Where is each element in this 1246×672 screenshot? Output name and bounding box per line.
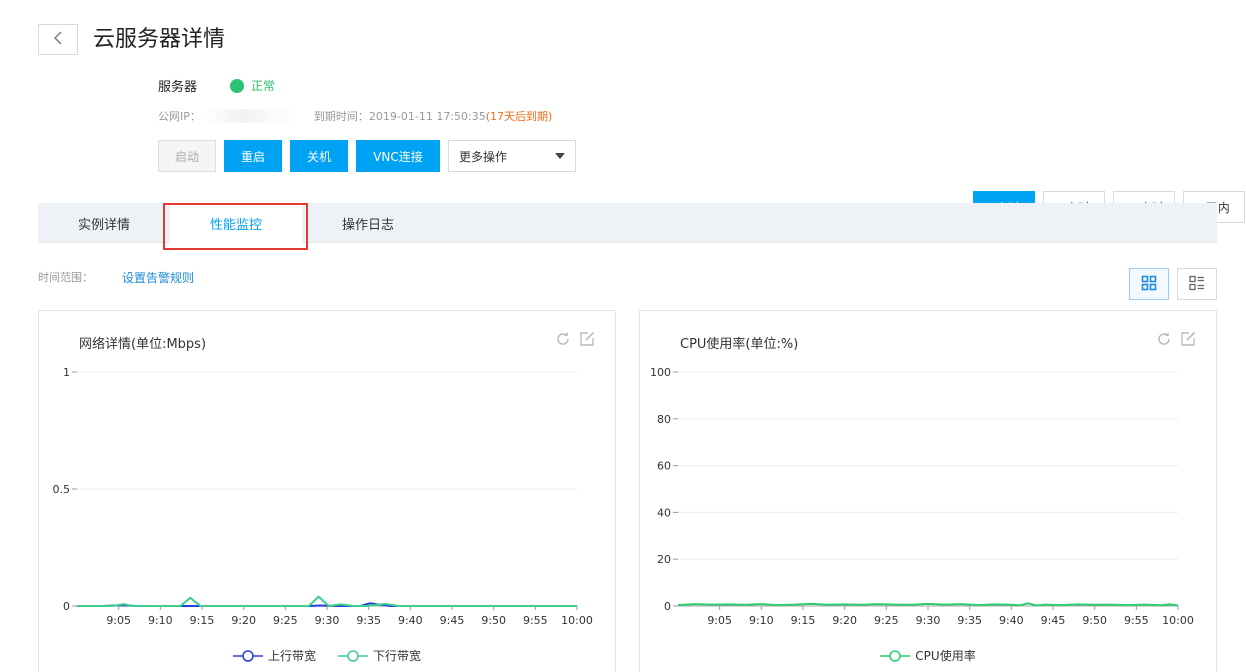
x-tick-label: 9:30 <box>916 614 941 627</box>
y-tick-label: 0 <box>63 600 70 613</box>
x-tick-label: 9:45 <box>440 614 465 627</box>
x-tick-label: 9:45 <box>1041 614 1066 627</box>
chart-legend: CPU使用率 <box>640 647 1216 664</box>
x-tick-label: 9:15 <box>791 614 816 627</box>
vnc-connect-button[interactable]: VNC连接 <box>356 140 440 172</box>
y-tick-label: 100 <box>650 366 671 379</box>
grid-view-icon <box>1141 275 1157 294</box>
cpu-line-chart: 0 20 40 60 80 100 9:05 9:10 9:15 9:20 9:25 9:30 9:35… <box>650 366 1194 627</box>
expire-label: 到期时间： <box>313 110 369 123</box>
tab-instance-details[interactable]: 实例详情 <box>38 203 170 243</box>
caret-down-icon <box>555 153 565 159</box>
alert-rule-link[interactable]: 设置告警规则 <box>122 269 194 286</box>
expire-time: 2019-01-11 17:50:35 <box>368 109 486 123</box>
chart-legend: 上行带宽 下行带宽 <box>39 647 615 664</box>
x-tick-label: 9:50 <box>481 614 506 627</box>
tab-bar: 实例详情 性能监控 操作日志 <box>38 203 1217 244</box>
legend-marker-icon <box>338 649 368 662</box>
status-dot-icon <box>230 78 244 93</box>
x-tick-label: 9:10 <box>148 614 173 627</box>
server-label: 服务器 <box>158 80 198 95</box>
x-tick-label: 10:00 <box>1162 614 1194 627</box>
x-tick-label: 9:20 <box>832 614 857 627</box>
list-view-icon <box>1189 275 1205 294</box>
network-chart-panel: 网络详情(单位:Mbps) 0 0.5 1 9:05 9:10 9:15 9:20 9:25 9… <box>38 310 616 672</box>
tab-performance-monitor[interactable]: 性能监控 <box>170 203 302 244</box>
legend-marker-icon <box>232 649 263 662</box>
ip-label: 公网IP： <box>158 110 201 123</box>
list-view-button[interactable] <box>1177 268 1217 300</box>
x-tick-label: 9:40 <box>999 614 1024 627</box>
x-tick-label: 10:00 <box>561 614 593 627</box>
y-tick-label: 60 <box>657 460 671 473</box>
network-line-chart: 0 0.5 1 9:05 9:10 9:15 9:20 9:25 9:30 9:35 9:40 9:4… <box>53 366 593 627</box>
shutdown-button[interactable]: 关机 <box>290 140 348 172</box>
action-bar: 启动 重启 关机 VNC连接 更多操作 <box>158 140 576 172</box>
y-tick-label: 1 <box>63 366 70 379</box>
x-tick-label: 9:40 <box>398 614 423 627</box>
x-tick-label: 9:25 <box>874 614 899 627</box>
page-title: 云服务器详情 <box>93 27 226 52</box>
back-button[interactable] <box>38 24 78 55</box>
y-tick-label: 0 <box>664 600 671 613</box>
legend-label: 上行带宽 <box>267 649 316 663</box>
series-line <box>677 602 1179 607</box>
x-tick-label: 9:30 <box>315 614 340 627</box>
status-text: 正常 <box>251 79 276 93</box>
grid-view-button[interactable] <box>1129 268 1169 300</box>
tab-operation-log[interactable]: 操作日志 <box>302 203 434 243</box>
x-tick-label: 9:35 <box>356 614 381 627</box>
x-tick-label: 9:10 <box>749 614 774 627</box>
series-line <box>77 595 577 607</box>
reboot-button[interactable]: 重启 <box>224 140 282 172</box>
y-tick-label: 80 <box>657 413 671 426</box>
chevron-left-icon <box>53 31 63 48</box>
x-tick-label: 9:35 <box>957 614 982 627</box>
more-actions-label: 更多操作 <box>459 149 508 164</box>
legend-marker-icon <box>880 649 911 662</box>
start-button[interactable]: 启动 <box>158 140 216 172</box>
y-tick-label: 40 <box>657 506 671 519</box>
status-badge: 正常 <box>230 77 275 94</box>
x-tick-label: 9:05 <box>707 614 732 627</box>
legend-item-cpu[interactable]: CPU使用率 <box>880 647 976 664</box>
legend-label: 下行带宽 <box>373 649 422 663</box>
x-tick-label: 9:55 <box>523 614 548 627</box>
y-tick-label: 20 <box>657 553 671 566</box>
y-tick-label: 0.5 <box>53 483 71 496</box>
legend-label: CPU使用率 <box>915 649 976 663</box>
x-tick-label: 9:50 <box>1082 614 1107 627</box>
expire-warning: (17天后到期) <box>485 110 553 123</box>
legend-item-download[interactable]: 下行带宽 <box>338 647 421 664</box>
x-tick-label: 9:55 <box>1124 614 1149 627</box>
cpu-chart-panel: CPU使用率(单位:%) 0 20 40 60 80 100 9:05 9:10 9:15 9:2… <box>639 310 1217 672</box>
x-tick-label: 9:15 <box>190 614 215 627</box>
time-range-label: 时间范围： <box>38 271 93 284</box>
x-tick-label: 9:05 <box>106 614 131 627</box>
server-meta: 公网IP： 到期时间： 2019-01-11 17:50:35 (17天后到期) <box>158 108 552 124</box>
x-tick-label: 9:20 <box>231 614 256 627</box>
more-actions-select[interactable]: 更多操作 <box>448 140 576 172</box>
ip-value-masked <box>204 109 300 123</box>
x-tick-label: 9:25 <box>273 614 298 627</box>
legend-item-upload[interactable]: 上行带宽 <box>232 647 316 664</box>
